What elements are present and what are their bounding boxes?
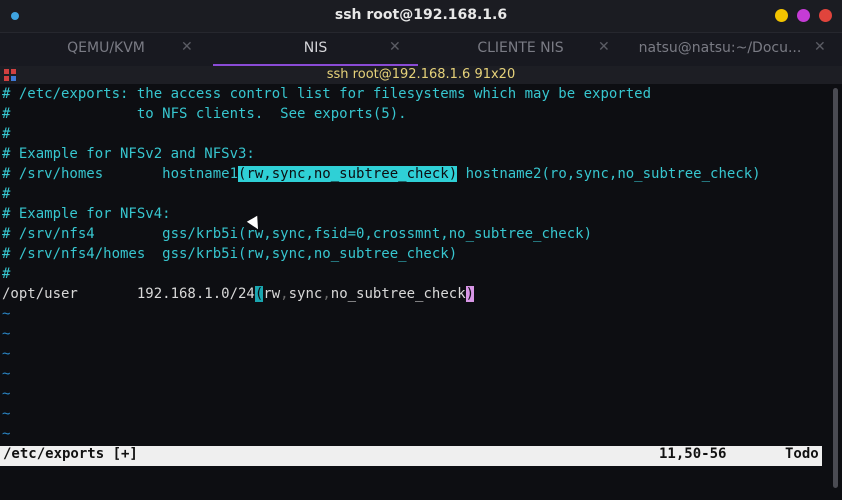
option-text: rw: [263, 286, 281, 302]
separator: ,: [322, 286, 331, 302]
minimize-button[interactable]: [775, 9, 788, 22]
tab-natsu-docs[interactable]: natsu@natsu:~/Docu... ✕: [622, 33, 842, 65]
editor-line: # Example for NFSv2 and NFSv3:: [2, 146, 255, 162]
tab-label: natsu@natsu:~/Docu...: [638, 40, 802, 56]
vertical-scrollbar[interactable]: [832, 86, 840, 500]
close-button[interactable]: [819, 9, 832, 22]
option-text: no_subtree_check: [330, 286, 466, 302]
window-titlebar: ssh root@192.168.1.6: [0, 0, 842, 32]
editor-line-current: /opt/user 192.168.1.0/24(rw,sync,no_subt…: [2, 286, 475, 306]
separator: ,: [280, 286, 289, 302]
empty-line-marker: ~: [2, 386, 11, 402]
window-title: ssh root@192.168.1.6: [334, 7, 508, 23]
status-filename: /etc/exports [+]: [3, 446, 138, 462]
tab-bar: QEMU/KVM ✕ NIS ✕ CLIENTE NIS ✕ natsu@nat…: [0, 32, 842, 66]
editor-line: #: [2, 126, 11, 142]
editor-line: # /srv/nfs4/homes gss/krb5i(rw,sync,no_s…: [2, 246, 458, 262]
empty-line-marker: ~: [2, 326, 11, 342]
tab-cliente-nis[interactable]: CLIENTE NIS ✕: [420, 33, 621, 65]
tab-nis[interactable]: NIS ✕: [213, 33, 418, 66]
empty-line-marker: ~: [2, 406, 11, 422]
empty-line-marker: ~: [2, 346, 11, 362]
code-text: /opt/user 192.168.1.0/24: [2, 286, 255, 302]
status-cursor-position: 11,50-56: [659, 446, 727, 462]
editor-line: # /srv/nfs4 gss/krb5i(rw,sync,fsid=0,cro…: [2, 226, 593, 242]
editor-line: # /etc/exports: the access control list …: [2, 86, 652, 102]
empty-line-marker: ~: [2, 366, 11, 382]
tab-close-icon[interactable]: ✕: [598, 39, 610, 55]
code-text: hostname2(ro,sync,no_subtree_check): [457, 166, 761, 182]
tab-close-icon[interactable]: ✕: [181, 39, 193, 55]
editor-line: #: [2, 266, 11, 282]
tab-qemu-kvm[interactable]: QEMU/KVM ✕: [0, 33, 212, 65]
maximize-button[interactable]: [797, 9, 810, 22]
code-text: # /srv/homes hostname1: [2, 166, 239, 182]
option-text: sync: [288, 286, 323, 302]
empty-line-marker: ~: [2, 306, 11, 322]
terminal-area[interactable]: # /etc/exports: the access control list …: [0, 86, 832, 500]
editor-line: #: [2, 186, 11, 202]
editor-line: # /srv/homes hostname1(rw,sync,no_subtre…: [2, 166, 761, 186]
tab-close-icon[interactable]: ✕: [814, 39, 826, 55]
session-bar: ssh root@192.168.1.6 91x20: [0, 66, 842, 84]
highlighted-match: (rw,sync,no_subtree_check): [238, 166, 458, 182]
vim-status-line: /etc/exports [+] 11,50-56 Todo: [0, 446, 822, 466]
status-scroll-position: Todo: [785, 446, 819, 462]
empty-line-marker: ~: [2, 426, 11, 442]
tab-close-icon[interactable]: ✕: [389, 39, 401, 55]
cursor-paren: ): [465, 286, 475, 302]
scrollbar-thumb[interactable]: [833, 88, 838, 488]
tab-label: NIS: [303, 40, 328, 56]
session-title: ssh root@192.168.1.6 91x20: [326, 67, 516, 82]
editor-line: # to NFS clients. See exports(5).: [2, 106, 407, 122]
tab-label: CLIENTE NIS: [477, 40, 564, 56]
editor-line: # Example for NFSv4:: [2, 206, 171, 222]
